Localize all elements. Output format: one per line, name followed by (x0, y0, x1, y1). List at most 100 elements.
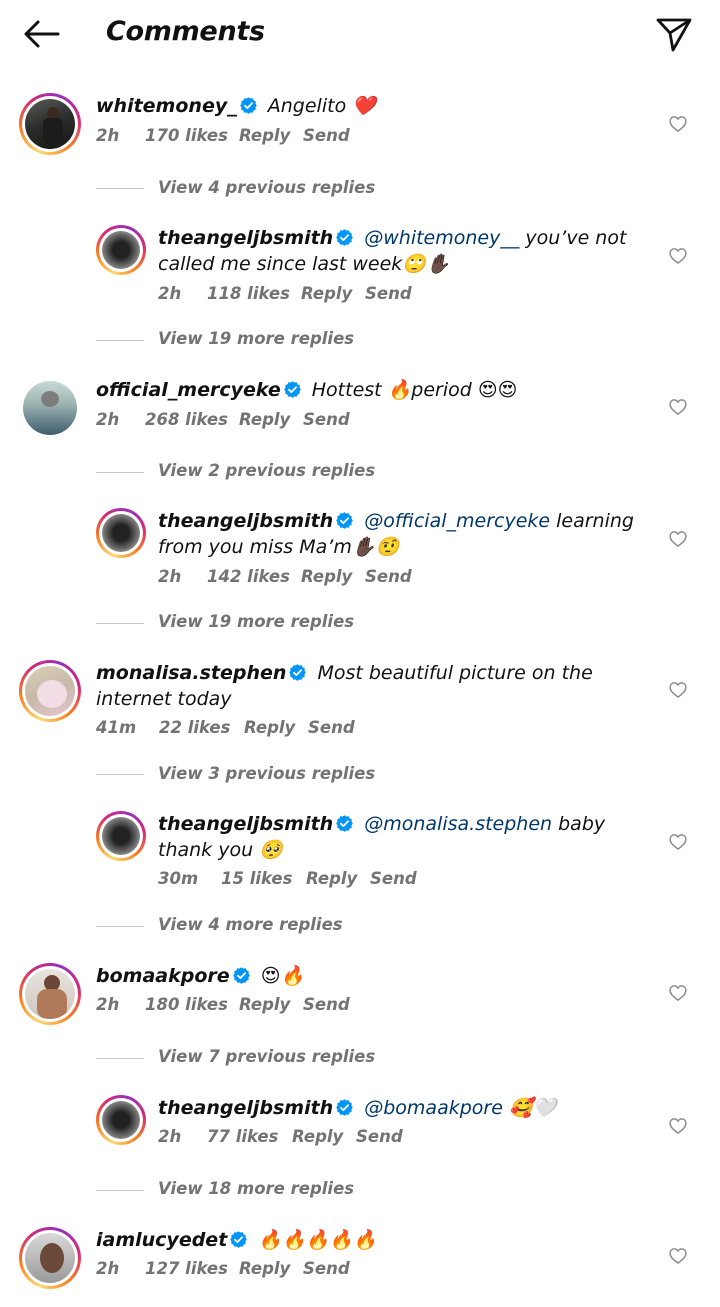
like-count[interactable]: 127 likes (145, 1259, 239, 1278)
username[interactable]: theangeljbsmith (158, 227, 333, 249)
verified-badge-icon (283, 380, 302, 399)
timestamp: 2h (158, 1127, 182, 1146)
mention-link[interactable]: @bomaakpore (364, 1097, 503, 1119)
username[interactable]: theangeljbsmith (158, 813, 333, 835)
reply-button[interactable]: Reply (239, 995, 303, 1014)
timestamp: 2h (96, 410, 120, 429)
username[interactable]: whitemoney_ (96, 95, 237, 117)
mention-link[interactable]: @official_mercyeke (364, 510, 550, 532)
reply-text: 🥰🤍 (502, 1097, 557, 1119)
username[interactable]: iamlucyedet (96, 1229, 227, 1251)
verified-badge-icon (232, 966, 251, 985)
reply-button[interactable]: Reply (239, 1259, 303, 1278)
username[interactable]: theangeljbsmith (158, 510, 333, 532)
header-bar: Comments (0, 0, 720, 70)
send-button[interactable]: Send (303, 1259, 350, 1278)
avatar[interactable] (96, 1095, 146, 1145)
avatar[interactable] (19, 93, 81, 155)
avatar[interactable] (96, 811, 146, 861)
timestamp: 2h (96, 995, 120, 1014)
send-button[interactable]: Send (365, 567, 412, 586)
like-count[interactable]: 142 likes (207, 567, 301, 586)
reply-button[interactable]: Reply (292, 1127, 356, 1146)
mention-link[interactable]: @whitemoney__ (364, 227, 519, 249)
like-heart-icon[interactable] (668, 983, 688, 1003)
like-count[interactable]: 15 likes (221, 869, 306, 888)
like-count[interactable]: 170 likes (145, 126, 239, 145)
reply-meta: 2h 77 likes Reply Send (158, 1127, 403, 1146)
divider (96, 1058, 144, 1059)
verified-badge-icon (239, 96, 258, 115)
divider (96, 1190, 144, 1191)
send-button[interactable]: Send (303, 410, 350, 429)
divider (96, 188, 144, 189)
send-button[interactable]: Send (308, 718, 355, 737)
avatar[interactable] (23, 381, 77, 435)
send-button[interactable]: Send (303, 126, 350, 145)
like-heart-icon[interactable] (668, 397, 688, 417)
reply-button[interactable]: Reply (301, 284, 365, 303)
view-more-replies[interactable]: View 19 more replies (158, 329, 354, 348)
username[interactable]: monalisa.stephen (96, 662, 286, 684)
send-button[interactable]: Send (370, 869, 417, 888)
reply-meta: 2h 142 likes Reply Send (158, 567, 412, 586)
username[interactable]: official_mercyeke (96, 379, 281, 401)
comment-meta: 2h 268 likes Reply Send (96, 410, 350, 429)
reply-meta: 30m 15 likes Reply Send (158, 869, 417, 888)
send-button[interactable]: Send (303, 995, 350, 1014)
verified-badge-icon (335, 814, 354, 833)
like-count[interactable]: 268 likes (145, 410, 239, 429)
reply-button[interactable]: Reply (306, 869, 370, 888)
view-previous-replies[interactable]: View 7 previous replies (158, 1047, 375, 1066)
reply-meta: 2h 118 likes Reply Send (158, 284, 412, 303)
page-title: Comments (106, 16, 265, 47)
username[interactable]: theangeljbsmith (158, 1097, 333, 1119)
comment-text: 😍🔥 (260, 965, 305, 987)
like-count[interactable]: 118 likes (207, 284, 301, 303)
view-more-replies[interactable]: View 18 more replies (158, 1179, 354, 1198)
timestamp: 2h (158, 284, 182, 303)
timestamp: 30m (158, 869, 199, 888)
like-heart-icon[interactable] (668, 246, 688, 266)
like-heart-icon[interactable] (668, 680, 688, 700)
reply-button[interactable]: Reply (244, 718, 308, 737)
like-heart-icon[interactable] (668, 832, 688, 852)
like-heart-icon[interactable] (668, 1116, 688, 1136)
view-more-replies[interactable]: View 19 more replies (158, 612, 354, 631)
view-more-replies[interactable]: View 4 more replies (158, 915, 343, 934)
divider (96, 774, 144, 775)
like-heart-icon[interactable] (668, 1246, 688, 1266)
view-previous-replies[interactable]: View 2 previous replies (158, 461, 375, 480)
like-count[interactable]: 22 likes (159, 718, 244, 737)
like-heart-icon[interactable] (668, 529, 688, 549)
timestamp: 2h (158, 567, 182, 586)
avatar[interactable] (19, 660, 81, 722)
verified-badge-icon (335, 228, 354, 247)
view-previous-replies[interactable]: View 3 previous replies (158, 764, 375, 783)
like-heart-icon[interactable] (668, 114, 688, 134)
reply-button[interactable]: Reply (239, 410, 303, 429)
send-button[interactable]: Send (365, 284, 412, 303)
divider (96, 623, 144, 624)
like-count[interactable]: 77 likes (207, 1127, 292, 1146)
comment-text: 🔥🔥🔥🔥🔥 (258, 1229, 377, 1251)
back-arrow-icon[interactable] (20, 14, 64, 54)
mention-link[interactable]: @monalisa.stephen (364, 813, 552, 835)
comment-meta: 2h 170 likes Reply Send (96, 126, 350, 145)
comment-meta: 2h 180 likes Reply Send (96, 995, 350, 1014)
avatar[interactable] (19, 963, 81, 1025)
comment-text: Hottest 🔥period 😍😍 (311, 379, 518, 401)
reply-button[interactable]: Reply (301, 567, 365, 586)
avatar[interactable] (96, 225, 146, 275)
divider (96, 472, 144, 473)
verified-badge-icon (288, 663, 307, 682)
username[interactable]: bomaakpore (96, 965, 230, 987)
avatar[interactable] (96, 508, 146, 558)
like-count[interactable]: 180 likes (145, 995, 239, 1014)
view-previous-replies[interactable]: View 4 previous replies (158, 178, 375, 197)
reply-button[interactable]: Reply (239, 126, 303, 145)
comment-text: Angelito ❤️ (267, 95, 376, 117)
direct-send-icon[interactable] (654, 14, 694, 54)
avatar[interactable] (19, 1227, 81, 1289)
send-button[interactable]: Send (356, 1127, 403, 1146)
